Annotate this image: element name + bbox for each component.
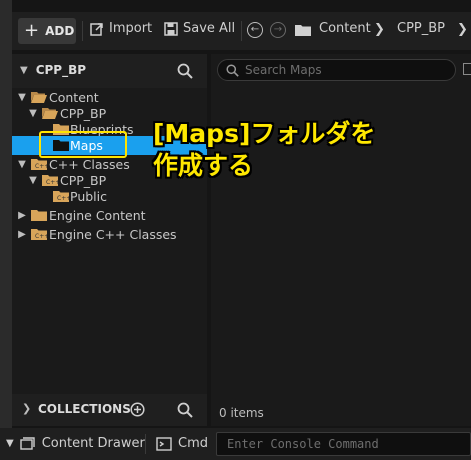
cpp-folder-icon: C++: [53, 191, 69, 202]
filter-icon[interactable]: [463, 63, 471, 75]
back-arrow-icon[interactable]: ←: [247, 22, 263, 38]
sources-header: ▼ CPP_BP: [12, 54, 207, 88]
breadcrumb-content[interactable]: Content: [319, 21, 371, 36]
terminal-icon: [156, 436, 172, 451]
chevron-down-icon: ▼: [29, 175, 37, 186]
toolbar: + ADD Import Save All ← → Content ❯ CPP_…: [12, 12, 471, 50]
import-button[interactable]: Import: [90, 21, 152, 36]
chevron-right-icon: ▶: [18, 229, 26, 240]
tree-item-label: Content: [49, 90, 99, 105]
chevron-right-icon: ▶: [18, 210, 26, 221]
save-all-button[interactable]: Save All: [164, 21, 235, 36]
collections-label[interactable]: COLLECTIONS: [38, 402, 131, 416]
asset-search-input[interactable]: [245, 63, 445, 77]
toolbar-divider: [82, 21, 83, 41]
asset-view: 0 items: [211, 54, 471, 426]
cpp-folder-icon: C++: [42, 175, 58, 186]
chevron-right-icon[interactable]: ❯: [22, 402, 31, 415]
import-icon: [90, 22, 103, 36]
add-button[interactable]: + ADD: [18, 18, 76, 44]
svg-text:C++: C++: [57, 195, 69, 202]
tree-item-label: CPP_BP: [60, 173, 107, 188]
search-icon[interactable]: [177, 63, 193, 79]
annotation-line-2: 作成する: [153, 151, 254, 180]
item-count: 0 items: [219, 406, 264, 420]
svg-text:C++: C++: [35, 163, 47, 170]
folder-icon: [295, 25, 311, 36]
tree-item-label: CPP_BP: [60, 106, 107, 121]
left-edge-strip: [0, 0, 12, 460]
sources-panel: ▼ CPP_BP ▼ Content ▼ CPP_BP Blueprints M…: [12, 54, 207, 426]
sources-title-label: CPP_BP: [35, 63, 87, 77]
content-drawer-button[interactable]: ▼ Content Drawer: [6, 436, 145, 451]
highlight-box: [39, 131, 127, 158]
sources-title[interactable]: ▼ CPP_BP: [20, 63, 86, 77]
cmd-label: Cmd: [178, 436, 208, 451]
chevron-down-icon: ▼: [29, 108, 37, 119]
search-icon: [226, 63, 239, 77]
console-input[interactable]: [227, 437, 467, 451]
svg-text:C++: C++: [35, 233, 47, 240]
open-folder-icon: [42, 108, 58, 119]
forward-arrow-icon[interactable]: →: [270, 22, 286, 38]
breadcrumb-label: Content: [319, 21, 371, 36]
breadcrumb-label: CPP_BP: [397, 21, 446, 36]
import-label: Import: [109, 21, 153, 36]
tree-item-label: Engine C++ Classes: [49, 227, 177, 242]
tree-item-label: C++ Classes: [49, 157, 130, 172]
annotation-line-1: [Maps]フォルダを: [153, 119, 376, 148]
save-icon: [164, 21, 178, 36]
content-drawer-label: Content Drawer: [41, 436, 145, 451]
tree-item-public[interactable]: C++ Public: [12, 187, 207, 206]
toolbar-divider: [241, 21, 242, 41]
folder-icon: [31, 210, 47, 221]
search-icon[interactable]: [177, 402, 193, 418]
content-drawer-icon: [20, 436, 35, 450]
add-collection-icon[interactable]: [130, 402, 145, 417]
cpp-folder-icon: C++: [31, 229, 47, 240]
chevron-down-icon: ▼: [18, 159, 26, 170]
content-browser-window: + ADD Import Save All ← → Content ❯ CPP_…: [0, 0, 471, 460]
console-field: [216, 432, 471, 456]
chevron-down-icon: ▼: [6, 438, 14, 449]
annotation-callout: [Maps]フォルダを 作成する: [153, 118, 453, 182]
collections-header: ❯ COLLECTIONS: [12, 394, 207, 426]
svg-text:C++: C++: [46, 179, 58, 186]
tree-item-engine-cpp-classes[interactable]: ▶ C++ Engine C++ Classes: [12, 225, 207, 244]
chevron-down-icon: ▼: [20, 64, 28, 76]
breadcrumb-cpp-bp[interactable]: CPP_BP: [397, 21, 445, 36]
status-bar: ▼ Content Drawer Cmd: [0, 428, 471, 460]
status-bar-divider: [145, 434, 146, 454]
chevron-down-icon: ▼: [18, 92, 26, 103]
cmd-button[interactable]: Cmd: [156, 436, 208, 451]
cpp-folder-icon: C++: [31, 159, 47, 170]
chevron-right-icon: ❯: [374, 22, 385, 37]
open-folder-icon: [31, 92, 47, 103]
save-all-label: Save All: [183, 21, 236, 36]
add-label: ADD: [45, 24, 75, 38]
tree-item-label: Engine Content: [49, 208, 146, 223]
asset-search: [217, 59, 456, 81]
plus-icon: +: [24, 20, 40, 41]
chevron-right-icon: ❯: [457, 22, 468, 37]
tree-item-engine-content[interactable]: ▶ Engine Content: [12, 206, 207, 225]
tree-item-label: Public: [70, 189, 107, 204]
